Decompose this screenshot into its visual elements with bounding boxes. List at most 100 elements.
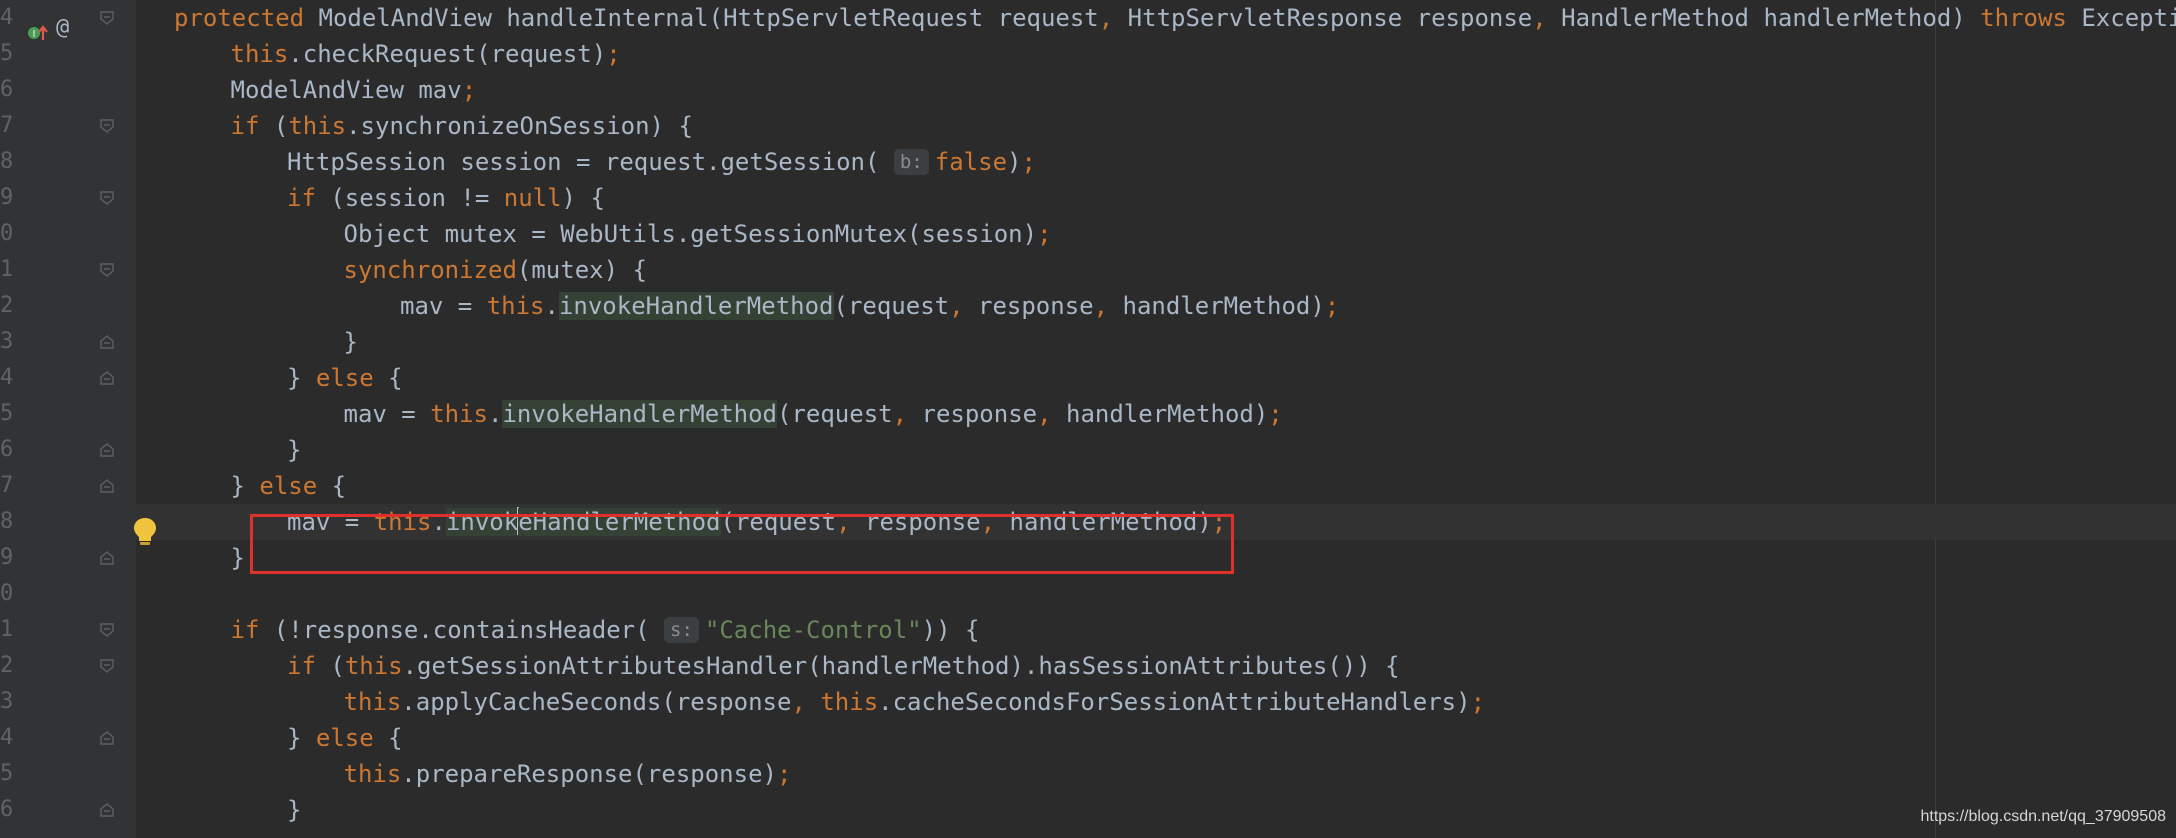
code-token: invokeHandlerMethod [558, 292, 834, 320]
code-token: , [791, 688, 806, 716]
code-line[interactable]: if (this.synchronizeOnSession) { [136, 108, 2176, 144]
fold-open-icon[interactable] [100, 191, 114, 205]
line-number: 6 [0, 437, 14, 462]
code-line[interactable]: mav = this.invokeHandlerMethod(request, … [136, 396, 2176, 432]
code-token: "Cache-Control" [704, 616, 922, 644]
code-token: { [331, 472, 347, 500]
code-text: protected ModelAndView handleInternal(Ht… [174, 0, 2176, 36]
code-line[interactable]: } else { [136, 468, 2176, 504]
code-line[interactable]: } [136, 324, 2176, 360]
fold-open-icon[interactable] [100, 11, 114, 25]
code-token: (!response.containsHeader( [273, 616, 664, 644]
code-token: this [486, 292, 545, 320]
code-token: response [907, 400, 1038, 428]
code-line[interactable]: synchronized(mutex) { [136, 252, 2176, 288]
code-token: ModelAndView handleInternal(HttpServletR… [318, 4, 1099, 32]
code-token: , [892, 400, 908, 428]
code-text: } [287, 432, 301, 468]
fold-close-icon[interactable] [100, 479, 114, 493]
code-line[interactable]: if (!response.containsHeader( s: "Cache-C… [136, 612, 2176, 648]
code-token: ; [1037, 220, 1052, 248]
code-line[interactable]: protected ModelAndView handleInternal(Ht… [136, 0, 2176, 36]
code-token: invokeHandlerMethod [502, 400, 777, 428]
fold-open-icon[interactable] [100, 623, 114, 637]
code-token: { [388, 724, 403, 752]
code-line[interactable]: mav = this.invokeHandlerMethod(request, … [136, 288, 2176, 324]
code-text: } [231, 540, 245, 576]
code-token: .applyCacheSeconds(response [401, 688, 792, 716]
code-text: if (session != null) { [287, 180, 605, 216]
code-token: Exception { [2081, 4, 2176, 32]
code-token: { [388, 364, 403, 392]
code-token: this [343, 760, 402, 788]
code-token: protected [174, 4, 319, 32]
fold-close-icon[interactable] [100, 335, 114, 349]
code-line[interactable]: this.prepareResponse(response); [136, 756, 2176, 792]
line-number: 8 [0, 149, 14, 174]
line-number: 7 [0, 113, 14, 138]
fold-close-icon[interactable] [100, 371, 114, 385]
line-number: 9 [0, 545, 14, 570]
code-text: mav = this.invokeHandlerMethod(request, … [344, 396, 1283, 432]
line-number: 7 [0, 473, 14, 498]
code-token: else [315, 364, 389, 392]
code-line[interactable]: ModelAndView mav; [136, 72, 2176, 108]
fold-close-icon[interactable] [100, 551, 114, 565]
code-text: } [344, 324, 358, 360]
code-text: this.prepareResponse(response); [344, 756, 792, 792]
code-token: ) [1007, 148, 1022, 176]
code-token: this [288, 112, 347, 140]
code-line[interactable]: } else { [136, 360, 2176, 396]
code-line[interactable]: } [136, 792, 2176, 828]
code-token: null [503, 184, 562, 212]
code-line[interactable]: } [136, 432, 2176, 468]
annotation-at-icon[interactable]: @ [56, 15, 69, 40]
watermark-url: https://blog.csdn.net/qq_37909508 [1920, 808, 2166, 825]
parameter-hint: b: [893, 149, 929, 175]
code-token: } [230, 472, 260, 500]
implements-method-icon[interactable]: I [28, 20, 50, 48]
line-number: 6 [0, 77, 14, 102]
code-line[interactable]: if (session != null) { [136, 180, 2176, 216]
code-token: ; [1021, 148, 1036, 176]
code-token: .cacheSecondsForSessionAttributeHandlers… [878, 688, 1471, 716]
code-text: } else { [287, 360, 403, 396]
line-number: 9 [0, 185, 14, 210]
line-number: 6 [0, 797, 14, 822]
code-token: mav = [343, 400, 431, 428]
fold-close-icon[interactable] [100, 731, 114, 745]
line-number: 5 [0, 401, 14, 426]
code-token: else [315, 724, 389, 752]
code-line[interactable]: this.checkRequest(request); [136, 36, 2176, 72]
code-token: ; [1268, 400, 1283, 428]
code-token: )) { [921, 616, 980, 644]
code-token: , [1098, 4, 1114, 32]
code-token: else [259, 472, 332, 500]
code-token: if [287, 652, 331, 680]
code-token: (request [777, 400, 893, 428]
code-line[interactable]: if (this.getSessionAttributesHandler(han… [136, 648, 2176, 684]
code-token: HandlerMethod handlerMethod) [1546, 4, 1981, 32]
code-token: , [1532, 4, 1547, 32]
code-line[interactable] [136, 576, 2176, 612]
fold-open-icon[interactable] [100, 659, 114, 673]
code-line[interactable]: Object mutex = WebUtils.getSessionMutex(… [136, 216, 2176, 252]
code-token: .prepareResponse(response) [401, 760, 777, 788]
code-line[interactable]: this.applyCacheSeconds(response, this.ca… [136, 684, 2176, 720]
code-token: } [287, 364, 316, 392]
code-line[interactable]: HttpSession session = request.getSession… [136, 144, 2176, 180]
fold-open-icon[interactable] [100, 263, 114, 277]
lightbulb-icon[interactable] [132, 516, 158, 554]
fold-close-icon[interactable] [100, 803, 114, 817]
code-token: .getSessionAttributesHandler(handlerMeth… [402, 652, 1400, 680]
line-number: 5 [0, 761, 14, 786]
svg-text:I: I [33, 29, 36, 40]
code-token: if [230, 112, 274, 140]
fold-open-icon[interactable] [100, 119, 114, 133]
line-number: 0 [0, 581, 14, 606]
code-editor[interactable]: protected ModelAndView handleInternal(Ht… [136, 0, 2176, 838]
fold-close-icon[interactable] [100, 443, 114, 457]
code-text: HttpSession session = request.getSession… [287, 144, 1036, 180]
code-token: (request [833, 292, 950, 320]
code-line[interactable]: } else { [136, 720, 2176, 756]
